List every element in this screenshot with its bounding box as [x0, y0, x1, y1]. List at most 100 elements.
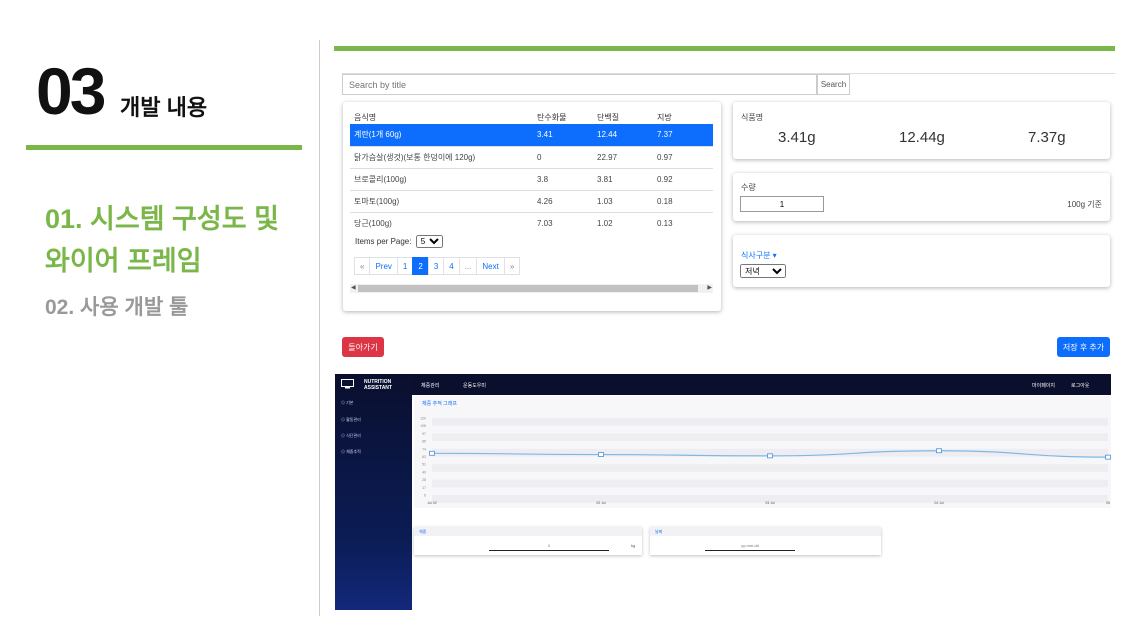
cell-protein: 1.03	[597, 189, 657, 212]
nav-weight-management[interactable]: 체중관리	[421, 382, 439, 389]
weight-chart: 120 108 97 85 74 63 51 40 28 17 6Jul 02 02 Jul 03 Ju…	[420, 417, 1111, 505]
col-carbs: 탄수화물	[537, 112, 567, 122]
y-tick-label: 17	[422, 486, 426, 490]
search-bar: Search	[342, 73, 1115, 95]
sidebar-item-home[interactable]: ⊙ 기본	[341, 400, 353, 406]
food-table: 음식명 탄수화물 단백질 지방 계란(1개 60g) 3.41 12.44 7.…	[350, 110, 713, 234]
cell-carbs: 7.03	[537, 211, 597, 234]
grid-band	[432, 433, 1108, 442]
food-name-label: 식품명	[741, 113, 764, 122]
grid-band	[432, 418, 1108, 426]
x-tick-label: 02 Jul	[596, 501, 606, 505]
section-title: 개발 내용	[120, 95, 208, 120]
nav-mypage[interactable]: 마이페이지	[1032, 382, 1055, 389]
quantity-unit: 100g 기준	[1067, 200, 1102, 209]
y-tick-label: 28	[422, 478, 426, 482]
y-tick-label: 97	[422, 432, 426, 436]
menu-item-system-design: 01. 시스템 구성도 및 와이어 프레임	[45, 204, 279, 276]
y-tick-label: 74	[422, 447, 426, 451]
search-button[interactable]: Search	[817, 74, 850, 95]
chart-title: 체중 추적 그래프	[422, 401, 457, 407]
date-label: 날짜	[650, 527, 881, 536]
nutrient-summary-card: 식품명 3.41g 12.44g 7.37g	[733, 102, 1110, 159]
cell-fat: 0.18	[657, 189, 713, 212]
items-per-page-select[interactable]: 5	[415, 235, 443, 248]
cell-protein: 1.02	[597, 211, 657, 234]
y-tick-label: 85	[422, 440, 426, 444]
back-button[interactable]: 돌아가기	[342, 337, 384, 357]
weight-input[interactable]: 0	[489, 543, 609, 551]
cell-carbs: 3.8	[537, 167, 597, 190]
weight-chart-panel: 체중 추적 그래프 120 108 97 85 74 63 51 40 28 17 6 Jul 02 0…	[414, 396, 1111, 508]
app-sidebar: NUTRITION ASSISTANT ⊙ 기본 ⊙ 활동관리 ⊙ 식단관리 ⊙…	[335, 374, 412, 610]
y-tick-label: 6	[424, 494, 426, 498]
cell-protein: 3.81	[597, 167, 657, 190]
x-tick-label: 03 Jul	[765, 501, 775, 505]
menu-item-dev-tools: 02. 사용 개발 툴	[45, 296, 189, 319]
cell-fat: 7.37	[657, 124, 713, 146]
page-1-button[interactable]: 1	[396, 257, 414, 275]
table-row[interactable]: 당근(100g) 7.03 1.02 0.13	[350, 211, 713, 234]
page-first-button[interactable]: «	[354, 257, 371, 275]
protein-value: 12.44g	[899, 129, 945, 146]
pagination: « Prev 1 2 3 4 ... Next »	[354, 257, 521, 275]
items-per-page: Items per Page: 5	[355, 235, 443, 248]
weight-tracker-screen: NUTRITION ASSISTANT ⊙ 기본 ⊙ 활동관리 ⊙ 식단관리 ⊙…	[335, 374, 1111, 610]
table-row[interactable]: 브로콜리(100g) 3.8 3.81 0.92	[350, 167, 713, 190]
grid-band	[432, 464, 1108, 472]
table-row[interactable]: 계란(1개 60g) 3.41 12.44 7.37	[350, 124, 713, 146]
sidebar-item-activity[interactable]: ⊙ 활동관리	[341, 417, 361, 423]
vertical-divider	[319, 40, 320, 616]
table-row[interactable]: 토마토(100g) 4.26 1.03 0.18	[350, 189, 713, 212]
save-and-add-button[interactable]: 저장 후 추가	[1057, 337, 1110, 357]
section-divider	[26, 145, 302, 150]
cell-protein: 12.44	[597, 124, 657, 146]
page-4-button[interactable]: 4	[443, 257, 460, 275]
table-row[interactable]: 닭가슴살(생것)(보통 한덩이에 120g) 0 22.97 0.97	[350, 145, 713, 168]
meal-type-card: 식사구분 ▾ 저녁	[733, 235, 1110, 287]
fat-value: 7.37g	[1028, 129, 1066, 146]
x-tick-label: 05	[1106, 501, 1110, 505]
items-per-page-label: Items per Page:	[355, 237, 412, 246]
sidebar-item-weight[interactable]: ⊙ 체중추적	[341, 449, 361, 455]
scroll-left-icon[interactable]: ◀	[351, 284, 356, 293]
nav-exercise-helper[interactable]: 운동도우미	[463, 382, 486, 389]
grid-band	[432, 479, 1108, 488]
cell-fat: 0.97	[657, 145, 713, 168]
page-prev-button[interactable]: Prev	[369, 257, 398, 275]
sidebar-item-diet[interactable]: ⊙ 식단관리	[341, 433, 361, 439]
x-tick-label: Jul 02	[427, 501, 436, 505]
cell-food-name: 닭가슴살(생것)(보통 한덩이에 120g)	[350, 145, 537, 168]
cell-food-name: 당근(100g)	[350, 211, 537, 234]
cell-fat: 0.92	[657, 167, 713, 190]
weight-input-card: 체중 0 kg	[414, 527, 642, 555]
page-last-button[interactable]: »	[503, 257, 521, 275]
quantity-input[interactable]	[740, 196, 824, 212]
page-2-button[interactable]: 2	[412, 257, 429, 275]
nav-logout[interactable]: 로그아웃	[1071, 382, 1089, 389]
meal-type-dropdown-toggle[interactable]: 식사구분 ▾	[741, 250, 777, 261]
y-tick-label: 40	[422, 470, 426, 474]
date-input-card: 날짜 yy-mm-dd	[650, 527, 881, 555]
horizontal-scrollbar[interactable]: ◀ ▶	[350, 284, 713, 293]
date-input[interactable]: yy-mm-dd	[705, 543, 795, 551]
table-header-row: 음식명 탄수화물 단백질 지방	[350, 110, 713, 124]
carbs-value: 3.41g	[778, 129, 816, 146]
page-next-button[interactable]: Next	[476, 257, 505, 275]
search-input[interactable]	[342, 74, 817, 95]
scroll-right-icon[interactable]: ▶	[707, 284, 712, 293]
data-point	[598, 452, 604, 457]
cell-food-name: 브로콜리(100g)	[350, 167, 537, 190]
app-topbar: 체중관리 운동도우미 마이페이지 로그아웃	[412, 374, 1111, 395]
page-3-button[interactable]: 3	[427, 257, 445, 275]
quantity-label: 수량	[741, 183, 756, 192]
scrollbar-thumb[interactable]	[358, 285, 698, 292]
meal-type-select[interactable]: 저녁	[740, 264, 786, 278]
page-ellipsis: ...	[458, 257, 478, 275]
cell-fat: 0.13	[657, 211, 713, 234]
x-tick-label: 04 Jul	[934, 501, 944, 505]
y-tick-label: 108	[420, 424, 426, 428]
data-point	[429, 450, 435, 456]
col-protein: 단백질	[597, 112, 620, 122]
cell-food-name: 계란(1개 60g)	[350, 124, 537, 146]
